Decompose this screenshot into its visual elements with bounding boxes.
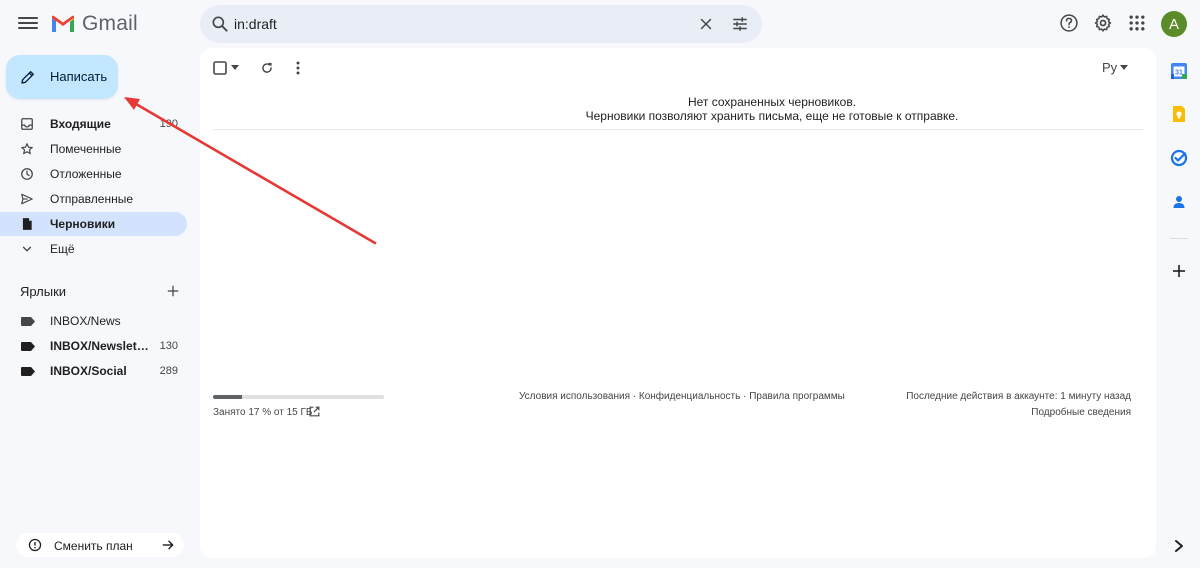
sidebar-item-starred[interactable]: Помеченные: [0, 137, 187, 161]
send-icon: [21, 193, 33, 205]
inbox-icon: [21, 118, 33, 130]
select-all-checkbox[interactable]: [213, 61, 227, 80]
footer-links: Условия использования · Конфиденциальнос…: [519, 391, 845, 402]
calendar-icon[interactable]: 31: [1170, 62, 1188, 80]
search-options-icon[interactable]: [731, 15, 749, 33]
change-plan-label: Сменить план: [54, 539, 133, 553]
label-count: 130: [159, 340, 178, 352]
gear-icon[interactable]: [1093, 13, 1113, 33]
add-addon-icon[interactable]: [1171, 263, 1187, 279]
chevron-down-icon: [22, 246, 32, 252]
menu-bar: [18, 17, 38, 19]
storage-meter-fill: [213, 395, 243, 399]
side-panel-divider: [1170, 238, 1188, 239]
compose-button[interactable]: Написать: [6, 55, 118, 99]
label-item[interactable]: INBOX/Newsletters 130: [0, 334, 187, 358]
label-count: 289: [159, 365, 178, 377]
checkbox-icon: [213, 61, 227, 75]
gmail-m-icon: [52, 15, 74, 32]
caret-down-icon: [1120, 64, 1129, 70]
label-tag-icon: [21, 317, 35, 326]
help-icon[interactable]: [1059, 13, 1079, 33]
label-item[interactable]: INBOX/News: [0, 309, 187, 333]
open-in-new-icon[interactable]: [308, 405, 321, 418]
labels-heading: Ярлыки: [20, 284, 67, 299]
privacy-link[interactable]: Конфиденциальность: [639, 391, 740, 402]
label-name: INBOX/Newsletters: [50, 339, 150, 353]
sidebar-item-label: Отправленные: [50, 192, 134, 206]
input-tools-button[interactable]: Ру: [1102, 60, 1129, 75]
clock-icon: [21, 168, 33, 180]
label-name: INBOX/Social: [50, 364, 127, 378]
contacts-icon[interactable]: [1170, 193, 1188, 211]
main-panel: Ру Нет сохраненных черновиков. Черновики…: [200, 48, 1156, 558]
caret-down-icon[interactable]: [231, 65, 239, 71]
add-label-icon[interactable]: [166, 284, 180, 298]
change-plan-button[interactable]: Сменить план: [16, 533, 184, 557]
account-activity-text: Последние действия в аккаунте: 1 минуту …: [906, 391, 1131, 402]
tasks-icon[interactable]: [1170, 149, 1188, 167]
star-icon: [21, 143, 33, 155]
separator: ·: [630, 391, 639, 402]
apps-grid-icon[interactable]: [1127, 13, 1147, 33]
info-icon: [28, 538, 42, 552]
arrow-right-icon: [162, 540, 174, 550]
clear-search-icon[interactable]: [697, 15, 715, 33]
pencil-icon: [21, 71, 34, 84]
sidebar-item-drafts[interactable]: Черновики: [0, 212, 187, 236]
sidebar-item-snoozed[interactable]: Отложенные: [0, 162, 187, 186]
menu-bar: [18, 27, 38, 29]
svg-text:31: 31: [1175, 70, 1183, 77]
search-input[interactable]: [234, 5, 674, 43]
label-name: INBOX/News: [50, 314, 121, 328]
sidebar-item-sent[interactable]: Отправленные: [0, 187, 187, 211]
sidebar-item-label: Ещё: [50, 242, 75, 256]
sidebar-item-more[interactable]: Ещё: [0, 237, 187, 261]
main-menu-button[interactable]: [18, 14, 38, 32]
storage-usage-text: Занято 17 % от 15 ГБ: [213, 407, 313, 418]
sidebar-item-label: Отложенные: [50, 167, 122, 181]
empty-state-title: Нет сохраненных черновиков.: [687, 95, 857, 109]
separator: ·: [740, 391, 750, 402]
storage-meter: [213, 395, 384, 399]
sidebar-item-label: Черновики: [50, 217, 116, 231]
draft-icon: [22, 218, 32, 230]
app-name: Gmail: [82, 12, 138, 35]
sidebar-item-label: Входящие: [50, 117, 111, 131]
compose-label: Написать: [50, 69, 108, 84]
gmail-logo[interactable]: Gmail: [50, 12, 138, 36]
terms-link[interactable]: Условия использования: [519, 391, 630, 402]
divider: [213, 129, 1143, 130]
sidebar-item-inbox[interactable]: Входящие 190: [0, 112, 187, 136]
sidebar-item-label: Помеченные: [50, 142, 122, 156]
unread-count: 190: [159, 118, 178, 130]
keep-icon[interactable]: [1170, 105, 1188, 123]
account-avatar[interactable]: A: [1161, 11, 1187, 37]
chevron-right-icon[interactable]: [1173, 539, 1185, 553]
input-tools-label: Ру: [1102, 60, 1118, 75]
label-item[interactable]: INBOX/Social 289: [0, 359, 187, 383]
label-tag-icon: [21, 342, 35, 351]
empty-state-subtitle: Черновики позволяют хранить письма, еще …: [585, 109, 959, 123]
program-policies-link[interactable]: Правила программы: [749, 391, 845, 402]
search-bar[interactable]: [200, 5, 762, 43]
search-icon[interactable]: [210, 14, 230, 34]
refresh-icon[interactable]: [260, 61, 274, 75]
menu-bar: [18, 22, 38, 24]
label-tag-icon: [21, 367, 35, 376]
details-link[interactable]: Подробные сведения: [1031, 407, 1131, 418]
more-vert-icon[interactable]: [295, 61, 301, 75]
